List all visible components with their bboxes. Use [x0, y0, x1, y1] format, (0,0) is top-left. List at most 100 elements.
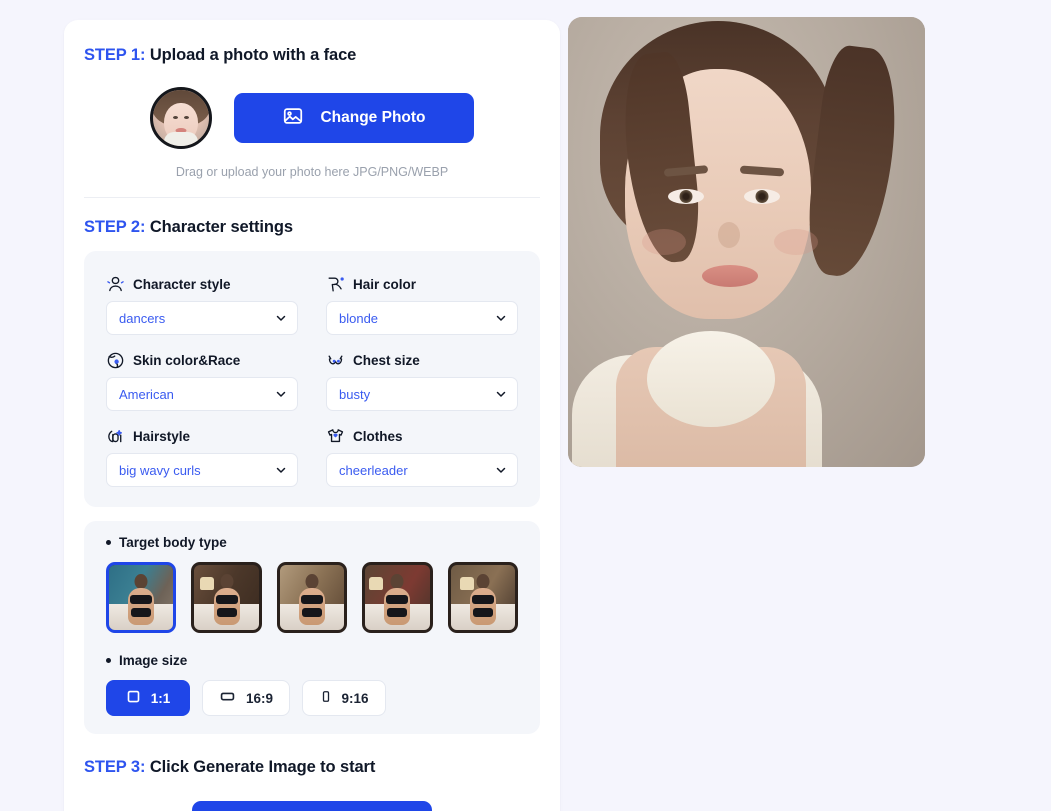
image-size-label-text: 9:16: [341, 690, 369, 706]
chevron-down-icon: [495, 464, 507, 476]
settings-card: STEP 1: Upload a photo with a face Chang…: [64, 20, 560, 811]
thumb-body: [469, 588, 496, 625]
select-hairstyle[interactable]: big wavy curls: [106, 453, 298, 487]
body-type-option-2[interactable]: [191, 562, 262, 633]
image-size-1-1-button[interactable]: 1:1: [106, 680, 190, 716]
chest-size-icon: [326, 351, 345, 370]
hairstyle-icon: [106, 427, 125, 446]
image-size-label-text: 1:1: [150, 690, 171, 706]
image-size-row: 1:1 16:9 9:16: [106, 680, 518, 716]
select-clothes[interactable]: cheerleader: [326, 453, 518, 487]
hair-color-icon: [326, 275, 345, 294]
field-clothes: Clothes cheerleader: [326, 419, 518, 487]
select-hair-color[interactable]: blonde: [326, 301, 518, 335]
chevron-down-icon: [275, 464, 287, 476]
thumb-lamp: [459, 576, 474, 590]
target-body-type-label: Target body type: [106, 535, 518, 550]
upload-row: Change Photo: [84, 87, 540, 149]
select-chest-size[interactable]: busty: [326, 377, 518, 411]
upload-hint: Drag or upload your photo here JPG/PNG/W…: [175, 165, 449, 179]
app-root: STEP 1: Upload a photo with a face Chang…: [0, 0, 1051, 811]
select-skin-color[interactable]: American: [106, 377, 298, 411]
image-size-label: Image size: [106, 653, 518, 668]
uploaded-face-thumbnail[interactable]: [150, 87, 212, 149]
field-chest-size: Chest size busty: [326, 343, 518, 411]
step2-title: Character settings: [145, 218, 293, 236]
preview-blush-right: [774, 229, 818, 255]
body-type-option-1[interactable]: [106, 562, 177, 633]
field-label-text: Hairstyle: [133, 429, 191, 444]
thumb-body: [384, 588, 411, 625]
thumb-head: [134, 574, 148, 590]
body-type-option-5[interactable]: [447, 562, 519, 633]
step3-kicker: STEP 3:: [84, 758, 146, 776]
select-value: blonde: [339, 310, 379, 326]
preview-nose: [718, 222, 740, 248]
chevron-down-icon: [495, 312, 507, 324]
change-photo-label: Change Photo: [320, 109, 426, 126]
field-skin-color: Skin color&Race American: [106, 343, 298, 411]
thumb-lamp: [199, 576, 214, 590]
chevron-down-icon: [275, 388, 287, 400]
select-character-style[interactable]: dancers: [106, 301, 298, 335]
chevron-down-icon: [495, 388, 507, 400]
thumb-body: [128, 588, 155, 625]
thumb-head: [390, 574, 404, 590]
result-preview-image[interactable]: [568, 17, 925, 467]
preview-eye-right: [744, 189, 780, 204]
square-icon: [126, 689, 141, 707]
select-value: dancers: [119, 310, 166, 326]
select-value: big wavy curls: [119, 462, 201, 478]
field-label-hair-color: Hair color: [326, 275, 518, 294]
image-size-label-text: 16:9: [246, 690, 274, 706]
body-type-option-3[interactable]: [276, 562, 348, 633]
right-panel: [560, 0, 1051, 811]
avatar-turtleneck: [164, 132, 198, 146]
section-divider: [84, 197, 540, 198]
preview-blush-left: [642, 229, 686, 255]
chevron-down-icon: [275, 312, 287, 324]
field-label-text: Chest size: [353, 353, 420, 368]
thumb-body: [213, 588, 240, 625]
field-label-text: Clothes: [353, 429, 403, 444]
select-value: busty: [339, 386, 371, 402]
field-label-text: Hair color: [353, 277, 417, 292]
field-label-clothes: Clothes: [326, 427, 518, 446]
image-size-16-9-button[interactable]: 16:9: [202, 680, 291, 716]
step3-heading: STEP 3: Click Generate Image to start: [84, 758, 540, 777]
field-label-character-style: Character style: [106, 275, 298, 294]
left-panel: STEP 1: Upload a photo with a face Chang…: [0, 0, 560, 811]
avatar-eye-left: [173, 116, 178, 119]
avatar-eye-right: [184, 116, 189, 119]
step2-heading: STEP 2: Character settings: [84, 218, 540, 237]
field-character-style: Character style dancers: [106, 267, 298, 335]
portrait-icon: [320, 688, 332, 708]
generate-button-wrap: Generate Image: [84, 801, 540, 811]
step1-title: Upload a photo with a face: [145, 46, 357, 64]
body-type-option-4[interactable]: [362, 562, 433, 633]
field-label-chest-size: Chest size: [326, 351, 518, 370]
step1-kicker: STEP 1:: [84, 46, 146, 64]
skin-color-icon: [106, 351, 125, 370]
thumb-head: [305, 574, 319, 590]
select-value: cheerleader: [339, 462, 408, 478]
thumb-head: [476, 574, 490, 590]
preview-turtleneck-collar: [646, 331, 775, 427]
landscape-icon: [219, 689, 236, 707]
character-settings-panel: Character style dancers Hair color blond…: [84, 251, 540, 507]
generate-image-button[interactable]: Generate Image: [192, 801, 432, 811]
field-label-skin-color: Skin color&Race: [106, 351, 298, 370]
image-size-9-16-button[interactable]: 9:16: [302, 680, 387, 716]
thumb-head: [220, 574, 234, 590]
field-label-text: Character style: [133, 277, 231, 292]
step3-title: Click Generate Image to start: [145, 758, 376, 776]
thumb-body: [299, 588, 326, 625]
field-hairstyle: Hairstyle big wavy curls: [106, 419, 298, 487]
select-value: American: [119, 386, 174, 402]
preview-eye-left: [668, 189, 704, 204]
thumb-lamp: [369, 576, 384, 590]
preview-lips: [702, 265, 758, 287]
field-label-text: Skin color&Race: [133, 353, 241, 368]
change-photo-button[interactable]: Change Photo: [234, 93, 474, 143]
character-style-icon: [106, 275, 125, 294]
